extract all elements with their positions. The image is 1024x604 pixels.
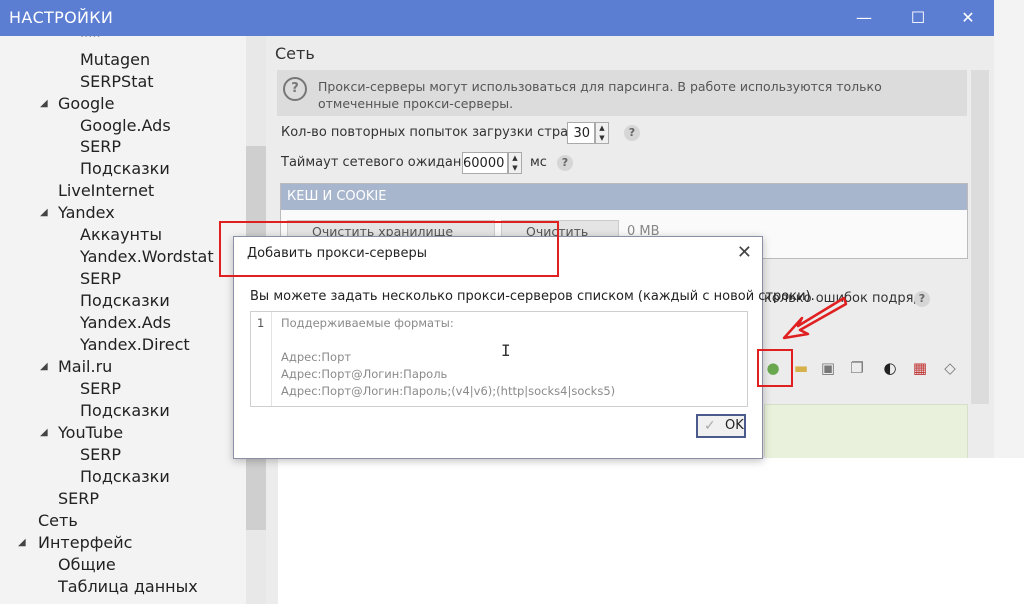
close-icon[interactable]: ✕ [737,242,752,263]
tree-item-yandex-suggest[interactable]: Подсказки [80,291,170,310]
tree-item-yandex-accounts[interactable]: Аккаунты [80,225,162,244]
tree-item-mailru-serp[interactable]: SERP [80,379,121,398]
tree-item-google[interactable]: Google [58,94,114,113]
annotation-arrow-icon [782,296,848,340]
check-icon: ✓ [704,418,716,434]
dialog-description: Вы можете задать несколько прокси-сервер… [250,289,815,304]
window-title: НАСТРОЙКИ [9,8,114,27]
info-panel: ? Прокси-серверы могут использоваться дл… [277,70,967,116]
tree-item-yandex-wordstat[interactable]: Yandex.Wordstat [80,247,214,266]
placeholder-line: Адрес:Порт@Логин:Пароль;(v4|v6);(http|so… [281,384,616,398]
proxy-list-input[interactable]: 1 Поддерживаемые форматы: Адрес:Порт Адр… [250,311,748,407]
tree-item-google-suggest[interactable]: Подсказки [80,159,170,178]
tree-item-interface[interactable]: Интерфейс [38,533,132,552]
expand-triangle-icon[interactable]: ◢ [40,207,48,218]
tree-item-partial: ····· [80,36,101,45]
maximize-button[interactable]: ☐ [896,0,940,36]
tree-item-serp[interactable]: SERP [58,489,99,508]
section-title: Сеть [275,44,315,63]
tree-item-yandex-ads[interactable]: Yandex.Ads [80,313,171,332]
expand-triangle-icon[interactable]: ◢ [18,537,26,548]
content-scrollbar[interactable] [971,70,989,404]
folder-icon[interactable]: ▬ [791,358,811,378]
retries-label: Кол-во повторных попыток загрузки страни… [281,125,599,140]
eraser-icon[interactable]: ◇ [940,358,960,378]
tree-item-network[interactable]: Сеть [38,511,78,530]
tree-item-youtube-suggest[interactable]: Подсказки [80,467,170,486]
line-number: 1 [257,316,265,330]
title-bar: НАСТРОЙКИ — ☐ ✕ [0,0,994,36]
proxy-list-panel [764,404,968,460]
ok-label: OK [725,418,744,433]
minimize-button[interactable]: — [842,0,886,36]
line-gutter: 1 [251,312,272,406]
check-calendar-icon[interactable]: ▦ [910,358,930,378]
tree-item-serpstat[interactable]: SERPStat [80,72,154,91]
tree-item-google-ads[interactable]: Google.Ads [80,116,171,135]
save-icon[interactable]: ▣ [818,358,838,378]
desktop-edge [994,0,1024,458]
timeout-spinner[interactable]: ▲ ▼ [508,152,522,174]
tree-item-youtube[interactable]: YouTube [58,423,123,442]
tree-item-google-serp[interactable]: SERP [80,137,121,156]
tree-item-liveinternet[interactable]: LiveInternet [58,181,154,200]
expand-triangle-icon[interactable]: ◢ [40,361,48,372]
text-cursor-icon: I [501,341,511,360]
placeholder-line: Поддерживаемые форматы: [281,316,454,330]
retries-help-icon[interactable]: ? [624,125,640,141]
tree-item-youtube-serp[interactable]: SERP [80,445,121,464]
annotation-box-title [219,221,559,277]
timeout-help-icon[interactable]: ? [557,155,573,171]
question-icon: ? [283,77,307,101]
expand-triangle-icon[interactable]: ◢ [40,98,48,109]
placeholder-line: Адрес:Порт [281,350,352,364]
tree-item-data-table[interactable]: Таблица данных [58,577,198,596]
tree-item-mailru-suggest[interactable]: Подсказки [80,401,170,420]
tree-item-mutagen[interactable]: Mutagen [80,50,150,69]
placeholder-line: Адрес:Порт@Логин:Пароль [281,367,448,381]
timeout-unit: мс [530,155,547,170]
tree-item-yandex-serp[interactable]: SERP [80,269,121,288]
tree-item-mailru[interactable]: Mail.ru [58,357,112,376]
settings-tree: ····· Mutagen SERPStat ◢ Google Google.A… [0,36,266,604]
contrast-icon[interactable]: ◐ [880,358,900,378]
retries-input[interactable]: 30 [567,122,595,144]
close-window-button[interactable]: ✕ [946,0,990,36]
tree-item-general[interactable]: Общие [58,555,116,574]
cache-header: КЕШ И COOKIE [281,184,967,210]
tree-item-yandex-direct[interactable]: Yandex.Direct [80,335,190,354]
expand-triangle-icon[interactable]: ◢ [40,427,48,438]
retries-spinner[interactable]: ▲ ▼ [595,122,609,144]
copy-icon[interactable]: ❐ [847,358,867,378]
errors-help-icon[interactable]: ? [914,291,930,307]
blank-area [278,458,1024,604]
timeout-input[interactable]: 60000 [462,152,508,174]
tree-item-yandex[interactable]: Yandex [58,203,115,222]
annotation-box-add-icon [757,349,793,387]
info-text: Прокси-серверы могут использоваться для … [318,79,882,111]
ok-button[interactable]: ✓ OK [696,414,746,438]
timeout-label: Таймаут сетевого ожидания: [281,155,482,170]
